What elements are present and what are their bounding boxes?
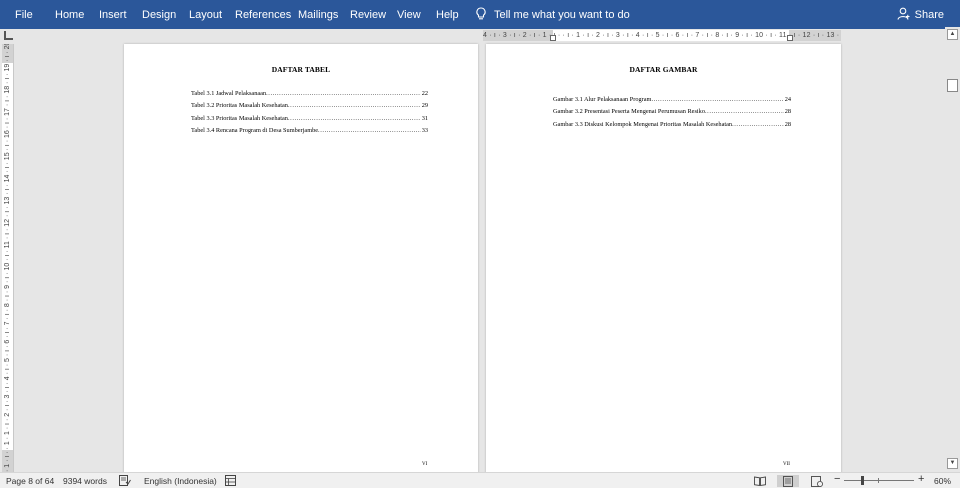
status-bar: Page 8 of 64 9394 words English (Indones…: [0, 472, 960, 488]
tab-home[interactable]: Home: [55, 9, 84, 22]
scroll-thumb[interactable]: [947, 79, 958, 92]
page-daftar-gambar[interactable]: DAFTAR GAMBAR Gambar 3.1 Alur Pelaksanaa…: [486, 44, 841, 472]
vertical-ruler[interactable]: · 1 · ı · · 1 · 1 · ı · 2 · ı · 3 · ı · …: [2, 44, 14, 472]
tab-insert[interactable]: Insert: [99, 9, 127, 22]
vertical-scrollbar[interactable]: ▲ ▼: [945, 27, 960, 472]
page-count[interactable]: Page 8 of 64: [6, 476, 54, 486]
language-indicator[interactable]: English (Indonesia): [144, 476, 217, 486]
tab-selector-icon[interactable]: [4, 31, 13, 40]
left-indent-marker-icon[interactable]: [550, 35, 556, 41]
person-icon: [897, 7, 910, 23]
scroll-up-arrow-icon[interactable]: ▲: [947, 29, 958, 40]
page-number: VI: [422, 462, 428, 467]
toc-entry[interactable]: Tabel 3.1 Jadwal Pelaksanaan22: [191, 90, 428, 102]
horizontal-ruler-row: 4 · ı · 3 · ı · 2 · ı · 1 · ı · · ı · 1 …: [0, 29, 960, 42]
toc-entry[interactable]: Gambar 3.1 Alur Pelaksanaan Program24: [553, 96, 791, 108]
toc-entry[interactable]: Gambar 3.3 Diskusi Kelompok Mengenai Pri…: [553, 121, 791, 133]
ribbon-tab-bar: File Home Insert Design Layout Reference…: [0, 0, 960, 29]
table-of-figures: Gambar 3.1 Alur Pelaksanaan Program24 Ga…: [553, 96, 791, 133]
toc-entry[interactable]: Gambar 3.2 Presentasi Peserta Mengenai P…: [553, 108, 791, 120]
print-layout-button[interactable]: [777, 475, 799, 487]
zoom-out-button[interactable]: −: [834, 474, 840, 485]
scroll-down-arrow-icon[interactable]: ▼: [947, 458, 958, 469]
zoom-in-button[interactable]: +: [918, 474, 924, 485]
toc-entry[interactable]: Tabel 3.2 Prioritas Masalah Kesehatan29: [191, 102, 428, 114]
page-daftar-tabel[interactable]: DAFTAR TABEL Tabel 3.1 Jadwal Pelaksanaa…: [124, 44, 478, 472]
page-title: DAFTAR TABEL: [271, 65, 331, 74]
book-icon: [754, 476, 766, 486]
macro-recording-icon[interactable]: [225, 475, 236, 488]
web-layout-icon: [811, 475, 823, 487]
tab-layout[interactable]: Layout: [189, 9, 222, 22]
document-area[interactable]: DAFTAR TABEL Tabel 3.1 Jadwal Pelaksanaa…: [16, 42, 944, 472]
share-button[interactable]: Share: [897, 7, 944, 23]
share-label: Share: [914, 9, 944, 21]
zoom-slider-thumb[interactable]: [861, 476, 864, 485]
read-mode-button[interactable]: [749, 475, 771, 487]
toc-entry[interactable]: Tabel 3.3 Prioritas Masalah Kesehatan31: [191, 115, 428, 127]
vertical-ruler-ticks: · 1 · ı · · 1 · 1 · ı · 2 · ı · 3 · ı · …: [4, 44, 11, 472]
right-indent-marker-icon[interactable]: [787, 35, 793, 41]
tab-design[interactable]: Design: [142, 9, 176, 22]
tell-me-box[interactable]: Tell me what you want to do: [476, 6, 630, 24]
web-layout-button[interactable]: [806, 475, 828, 487]
toc-entry[interactable]: Tabel 3.4 Rencana Program di Desa Sumber…: [191, 127, 428, 139]
tell-me-label: Tell me what you want to do: [494, 9, 630, 21]
tab-help[interactable]: Help: [436, 9, 459, 22]
page-number: VII: [783, 462, 790, 467]
page-title: DAFTAR GAMBAR: [629, 65, 698, 74]
zoom-slider-center-mark: [878, 478, 879, 483]
tab-view[interactable]: View: [397, 9, 421, 22]
tab-mailings[interactable]: Mailings: [298, 9, 338, 22]
table-of-tables: Tabel 3.1 Jadwal Pelaksanaan22 Tabel 3.2…: [191, 90, 428, 139]
tab-review[interactable]: Review: [350, 9, 386, 22]
zoom-level[interactable]: 60%: [934, 476, 951, 486]
tab-references[interactable]: References: [235, 9, 291, 22]
zoom-slider[interactable]: [844, 480, 914, 481]
tab-file[interactable]: File: [15, 9, 33, 22]
proofing-icon[interactable]: [119, 475, 131, 488]
lightbulb-icon: [476, 6, 486, 24]
page-icon: [783, 475, 793, 487]
horizontal-ruler[interactable]: 4 · ı · 3 · ı · 2 · ı · 1 · ı · · ı · 1 …: [483, 30, 841, 41]
word-count[interactable]: 9394 words: [63, 476, 107, 486]
